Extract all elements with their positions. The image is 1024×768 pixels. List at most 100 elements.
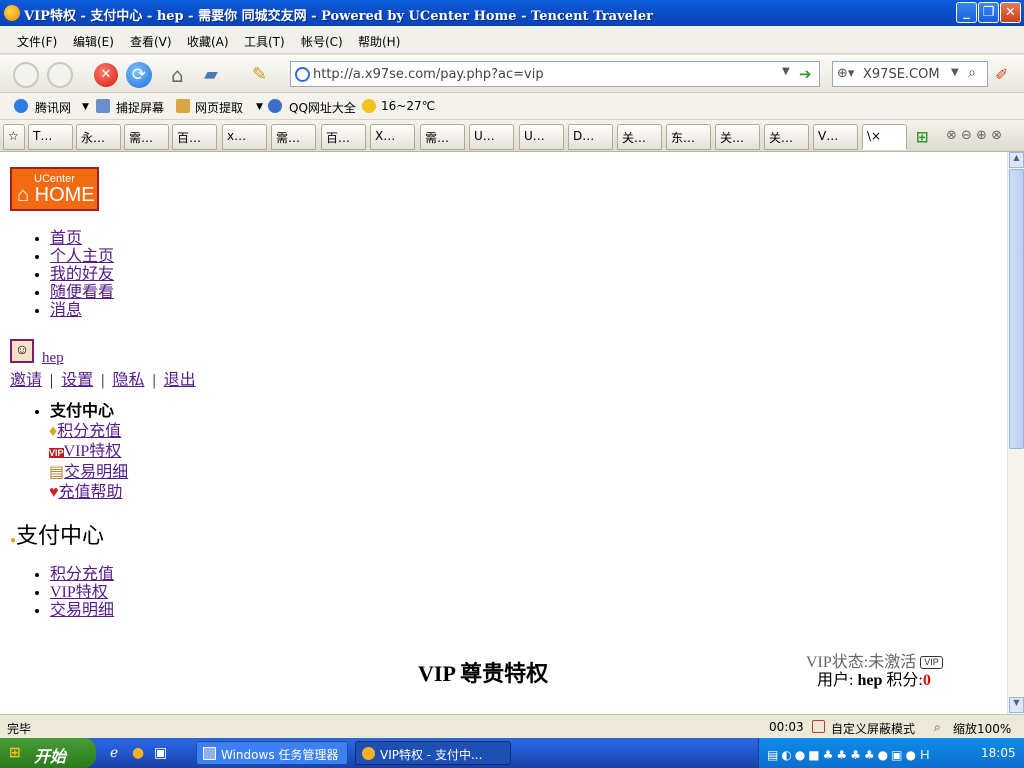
quicklaunch-desktop-icon[interactable]: ▣: [154, 745, 167, 761]
tab-14[interactable]: 东…: [666, 124, 711, 150]
go-arrow-icon[interactable]: ➔: [799, 65, 812, 83]
tab-favorites[interactable]: ☆: [3, 124, 25, 150]
tab-9[interactable]: 需…: [420, 124, 465, 150]
sub-vip[interactable]: VIP特权: [50, 584, 108, 601]
tab-11[interactable]: U…: [519, 124, 564, 150]
search-box[interactable]: ⊕▾ X97SE.COM ▼ ⌕: [832, 61, 988, 87]
back-icon[interactable]: [13, 62, 39, 88]
tencent-icon: [14, 99, 28, 113]
tab-16[interactable]: 关…: [764, 124, 809, 150]
nav-browse[interactable]: 随便看看: [50, 284, 114, 301]
scroll-down-icon[interactable]: ▼: [1009, 697, 1024, 713]
search-icon[interactable]: ⌕: [968, 65, 976, 81]
restore-button[interactable]: ❐: [978, 2, 999, 23]
logo-main-text: ⌂ HOME: [17, 184, 95, 206]
link-qq-navi[interactable]: QQ网址大全: [289, 99, 356, 116]
tab-active[interactable]: \×: [862, 124, 907, 150]
link-weather[interactable]: 16~27℃: [381, 99, 435, 113]
task-taskmanager[interactable]: Windows 任务管理器: [196, 741, 348, 765]
scroll-up-icon[interactable]: ▲: [1009, 152, 1024, 168]
tab-7[interactable]: 百…: [321, 124, 366, 150]
coin-icon: ♦: [49, 423, 58, 440]
menu-favorites[interactable]: 收藏(A): [187, 33, 229, 50]
settings-link[interactable]: 设置: [61, 372, 93, 389]
extract-dropdown-icon[interactable]: ▼: [256, 102, 263, 112]
search-dropdown-icon[interactable]: ▼: [951, 67, 959, 78]
pay-menu-vip[interactable]: VIP特权: [64, 443, 122, 460]
address-url: http://a.x97se.com/pay.php?ac=vip: [313, 67, 544, 82]
points-value: 0: [922, 672, 931, 689]
tab-controls-icon[interactable]: ⊗ ⊖ ⊕ ⊗: [946, 128, 1002, 143]
search-engine-icon[interactable]: ⊕▾: [837, 66, 854, 81]
link-dropdown-icon[interactable]: ▼: [82, 102, 89, 112]
tab-5[interactable]: x…: [222, 124, 267, 150]
start-label: 开始: [34, 747, 67, 766]
logout-link[interactable]: 退出: [164, 372, 196, 389]
vip-heading: VIP 尊贵特权: [418, 661, 549, 686]
address-dropdown-icon[interactable]: ▼: [782, 66, 790, 77]
tray-icons[interactable]: ▤◐●■♣♣♣♣●▣●Ｈ: [767, 746, 934, 763]
clean-broom-icon[interactable]: ✎: [252, 62, 278, 88]
quicklaunch-ie-icon[interactable]: ℯ: [110, 745, 118, 761]
link-tencent[interactable]: 腾讯网: [35, 99, 71, 116]
vertical-scrollbar[interactable]: ▲ ▼: [1007, 152, 1024, 714]
stop-icon[interactable]: ✕: [94, 63, 118, 87]
status-block-mode[interactable]: 自定义屏蔽模式: [831, 720, 915, 737]
tab-6[interactable]: 需…: [271, 124, 316, 150]
avatar[interactable]: ☺: [10, 339, 34, 363]
invite-link[interactable]: 邀请: [10, 372, 42, 389]
menu-view[interactable]: 查看(V): [130, 33, 172, 50]
quicklaunch-browser-icon[interactable]: ●: [132, 745, 144, 761]
sub-credit-recharge[interactable]: 积分充值: [50, 566, 114, 583]
privacy-link[interactable]: 隐私: [112, 372, 144, 389]
search-input[interactable]: X97SE.COM: [863, 67, 940, 82]
tab-10[interactable]: U…: [469, 124, 514, 150]
windows-logo-icon: ⊞: [9, 745, 21, 761]
status-zoom[interactable]: 缩放100%: [953, 720, 1011, 737]
nav-messages[interactable]: 消息: [50, 302, 82, 319]
link-capture-screen[interactable]: 捕捉屏幕: [116, 99, 164, 116]
new-tab-icon[interactable]: ⊞: [916, 128, 929, 146]
pen-icon[interactable]: ✐: [995, 62, 1021, 88]
task-browser-active[interactable]: VIP特权 - 支付中...: [355, 741, 511, 765]
pay-menu-credit-recharge[interactable]: 积分充值: [57, 423, 121, 440]
tab-12[interactable]: D…: [568, 124, 613, 150]
tabs-bar: ☆ T… 永… 需… 百… x… 需… 百… X… 需… U… U… D… 关……: [0, 120, 1024, 152]
tab-17[interactable]: V…: [813, 124, 858, 150]
start-button[interactable]: ⊞ 开始: [0, 738, 96, 768]
ucenter-home-logo[interactable]: UCenter ⌂ HOME: [10, 167, 99, 211]
menu-tools[interactable]: 工具(T): [244, 33, 285, 50]
address-bar[interactable]: http://a.x97se.com/pay.php?ac=vip ▼ ➔: [290, 61, 820, 87]
tab-1[interactable]: T…: [28, 124, 73, 150]
ledger-icon: ▤: [49, 464, 65, 481]
minimize-button[interactable]: _: [956, 2, 977, 23]
close-button[interactable]: ✕: [1000, 2, 1021, 23]
menu-help[interactable]: 帮助(H): [358, 33, 400, 50]
nav-profile[interactable]: 个人主页: [50, 248, 114, 265]
pay-menu-help[interactable]: 充值帮助: [59, 484, 123, 501]
forward-icon[interactable]: [47, 62, 73, 88]
user-links: 邀请 | 设置 | 隐私 | 退出: [10, 372, 196, 389]
nav-friends[interactable]: 我的好友: [50, 266, 114, 283]
tab-13[interactable]: 关…: [617, 124, 662, 150]
zoom-icon: ⌕: [934, 720, 941, 734]
username-link[interactable]: hep: [42, 350, 64, 367]
system-tray: ▤◐●■♣♣♣♣●▣●Ｈ 18:05: [758, 738, 1024, 768]
open-folder-icon[interactable]: ▰: [204, 62, 230, 88]
home-icon[interactable]: ⌂: [171, 62, 197, 88]
pay-menu-transactions[interactable]: 交易明细: [64, 464, 128, 481]
nav-home[interactable]: 首页: [50, 230, 82, 247]
sub-transactions[interactable]: 交易明细: [50, 602, 114, 619]
menu-account[interactable]: 帐号(C): [301, 33, 343, 50]
link-page-extract[interactable]: 网页提取: [195, 99, 243, 116]
menu-file[interactable]: 文件(F): [17, 33, 57, 50]
tab-2[interactable]: 永…: [76, 124, 121, 150]
tab-15[interactable]: 关…: [715, 124, 760, 150]
menu-edit[interactable]: 编辑(E): [73, 33, 114, 50]
weather-sun-icon: [362, 99, 376, 113]
scroll-thumb[interactable]: [1009, 169, 1024, 449]
tab-3[interactable]: 需…: [124, 124, 169, 150]
tab-8[interactable]: X…: [370, 124, 415, 150]
tab-4[interactable]: 百…: [172, 124, 217, 150]
refresh-icon[interactable]: ⟳: [126, 62, 152, 88]
